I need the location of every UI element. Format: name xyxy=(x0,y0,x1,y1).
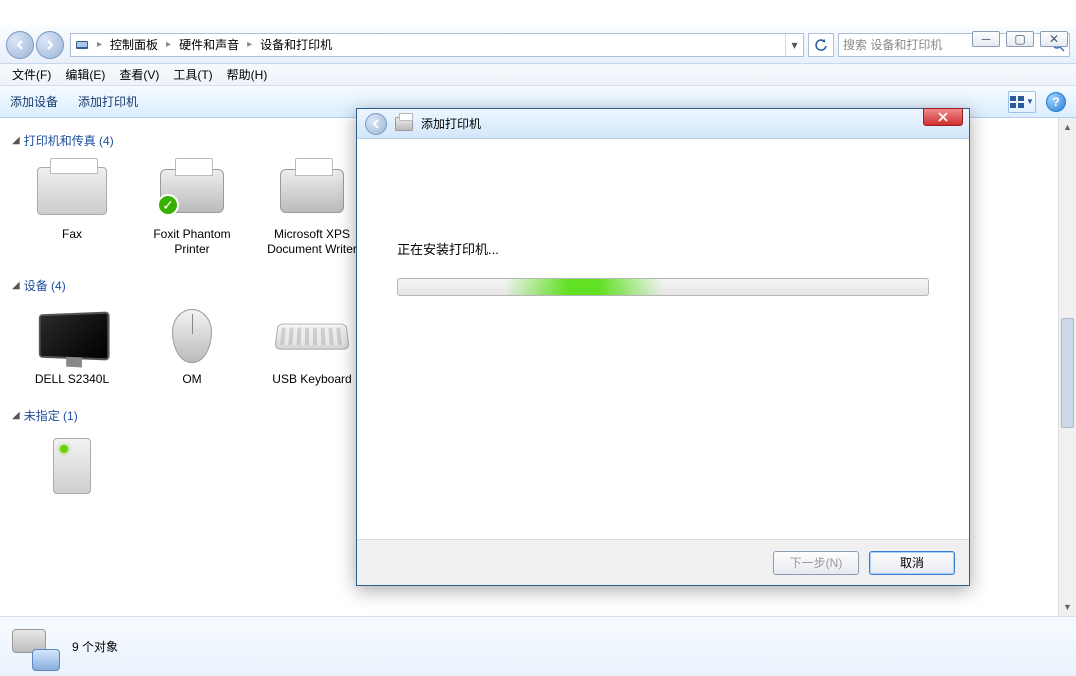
help-button[interactable]: ? xyxy=(1046,92,1066,112)
vertical-scrollbar[interactable]: ▲ ▼ xyxy=(1058,118,1076,616)
group-unspecified-title: 未指定 (1) xyxy=(24,407,78,424)
window-controls: ─ ▢ ✕ xyxy=(972,31,1068,47)
dialog-footer: 下一步(N) 取消 xyxy=(357,539,969,585)
dialog-close-button[interactable] xyxy=(923,108,963,126)
menu-edit[interactable]: 编辑(E) xyxy=(59,64,111,85)
install-status-text: 正在安装打印机... xyxy=(397,239,929,258)
device-fax[interactable]: Fax xyxy=(22,159,122,257)
chevron-down-icon: ▼ xyxy=(1026,97,1034,106)
collapse-icon: ◢ xyxy=(12,280,20,291)
menu-view[interactable]: 查看(V) xyxy=(113,64,165,85)
scroll-down-icon[interactable]: ▼ xyxy=(1059,598,1076,616)
breadcrumb-leaf[interactable]: 设备和打印机 xyxy=(256,34,336,56)
breadcrumb-mid[interactable]: 硬件和声音 xyxy=(175,34,243,56)
menu-bar: 文件(F) 编辑(E) 查看(V) 工具(T) 帮助(H) xyxy=(0,64,1076,86)
next-button: 下一步(N) xyxy=(773,551,859,575)
menu-file[interactable]: 文件(F) xyxy=(6,64,57,85)
menu-tools[interactable]: 工具(T) xyxy=(167,64,218,85)
fax-icon xyxy=(37,167,107,215)
collapse-icon: ◢ xyxy=(12,410,20,421)
progress-indicator xyxy=(504,279,663,295)
device-mouse[interactable]: OM xyxy=(142,304,242,387)
control-panel-icon xyxy=(71,38,93,52)
server-icon xyxy=(53,438,91,494)
chevron-right-icon: ▸ xyxy=(162,39,175,50)
monitor-icon xyxy=(39,311,110,360)
address-bar[interactable]: ▸ 控制面板 ▸ 硬件和声音 ▸ 设备和打印机 ▾ xyxy=(70,33,804,57)
mouse-icon xyxy=(172,309,212,363)
scroll-thumb[interactable] xyxy=(1061,318,1074,428)
chevron-right-icon: ▸ xyxy=(243,39,256,50)
dialog-titlebar: 添加打印机 xyxy=(357,109,969,139)
status-bar: 9 个对象 xyxy=(0,616,1076,676)
add-printer-link[interactable]: 添加打印机 xyxy=(78,93,138,110)
dialog-title: 添加打印机 xyxy=(421,115,481,132)
group-devices-title: 设备 (4) xyxy=(24,277,66,294)
default-check-icon: ✓ xyxy=(157,194,179,216)
window-close-button[interactable]: ✕ xyxy=(1040,31,1068,47)
progress-bar xyxy=(397,278,929,296)
dialog-body: 正在安装打印机... xyxy=(357,139,969,296)
minimize-button[interactable]: ─ xyxy=(972,31,1000,47)
device-monitor[interactable]: DELL S2340L xyxy=(22,304,122,387)
forward-button[interactable] xyxy=(36,31,64,59)
dialog-back-button[interactable] xyxy=(365,113,387,135)
printer-icon: ✓ xyxy=(160,169,224,213)
device-unspecified[interactable] xyxy=(22,434,122,502)
printer-icon xyxy=(280,169,344,213)
printer-icon xyxy=(395,117,413,131)
add-device-link[interactable]: 添加设备 xyxy=(10,93,58,110)
maximize-button[interactable]: ▢ xyxy=(1006,31,1034,47)
scroll-up-icon[interactable]: ▲ xyxy=(1059,118,1076,136)
device-foxit-printer[interactable]: ✓ Foxit Phantom Printer xyxy=(142,159,242,257)
search-placeholder: 搜索 设备和打印机 xyxy=(843,36,942,53)
device-keyboard[interactable]: USB Keyboard xyxy=(262,304,362,387)
cancel-button[interactable]: 取消 xyxy=(869,551,955,575)
navigation-bar: ▸ 控制面板 ▸ 硬件和声音 ▸ 设备和打印机 ▾ 搜索 设备和打印机 xyxy=(0,26,1076,64)
add-printer-dialog: 添加打印机 正在安装打印机... 下一步(N) 取消 xyxy=(356,108,970,586)
keyboard-icon xyxy=(274,324,350,350)
device-xps-writer[interactable]: Microsoft XPS Document Writer xyxy=(262,159,362,257)
view-mode-button[interactable]: ▼ xyxy=(1008,91,1036,113)
address-dropdown-icon[interactable]: ▾ xyxy=(785,34,803,56)
group-printers-title: 打印机和传真 (4) xyxy=(24,132,114,149)
breadcrumb-root[interactable]: 控制面板 xyxy=(106,34,162,56)
chevron-right-icon: ▸ xyxy=(93,39,106,50)
back-button[interactable] xyxy=(6,31,34,59)
refresh-button[interactable] xyxy=(808,33,834,57)
collapse-icon: ◢ xyxy=(12,135,20,146)
menu-help[interactable]: 帮助(H) xyxy=(221,64,274,85)
